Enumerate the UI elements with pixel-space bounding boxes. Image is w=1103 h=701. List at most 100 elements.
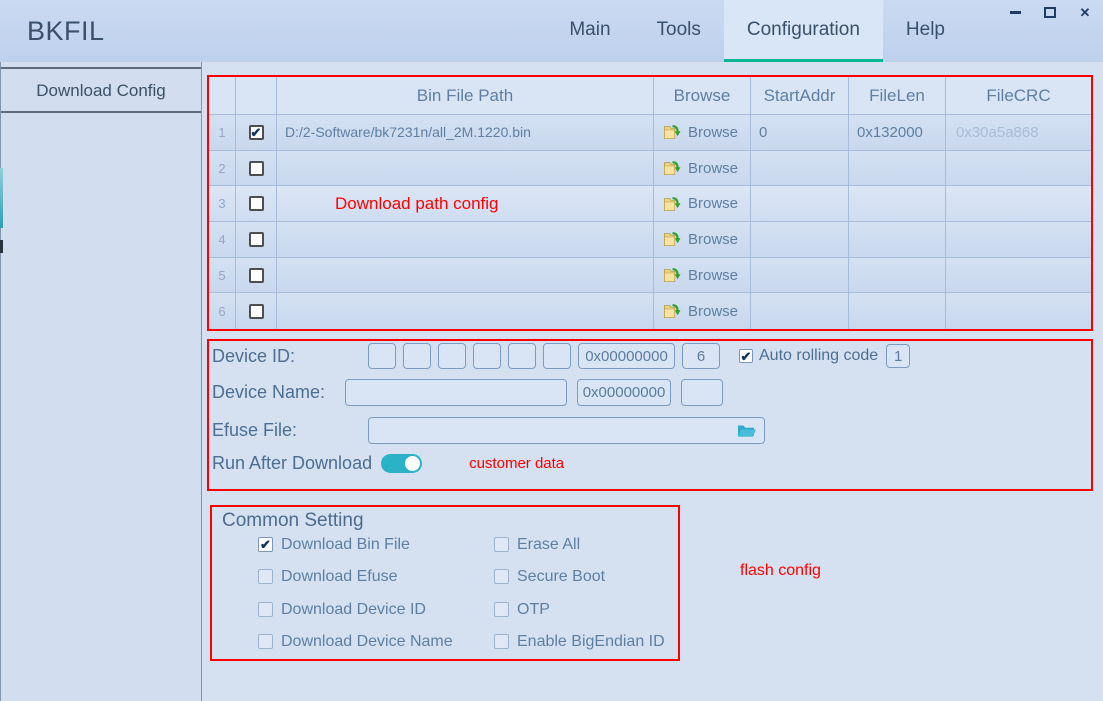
device-name-input[interactable] [345, 379, 567, 406]
sidebar-item-download-config[interactable]: Download Config [1, 67, 201, 113]
checkbox-secure-boot[interactable]: Secure Boot [494, 568, 605, 585]
file-len-cell[interactable] [849, 186, 946, 222]
file-len-cell[interactable] [849, 222, 946, 258]
browse-button[interactable]: Browse [654, 151, 751, 187]
bin-file-path-cell[interactable] [277, 293, 654, 329]
checkbox-download-device-name[interactable]: Download Device Name [258, 633, 453, 650]
download-table-header: Bin File Path Browse StartAddr FileLen F… [209, 77, 1091, 115]
checkbox-enable-bigendian-id[interactable]: Enable BigEndian ID [494, 633, 665, 650]
start-addr-cell[interactable] [751, 293, 849, 329]
device-id-byte-input[interactable] [473, 343, 501, 369]
bin-file-path-cell[interactable] [277, 151, 654, 187]
browse-button[interactable]: Browse [654, 258, 751, 294]
close-button[interactable]: ✕ [1077, 5, 1093, 20]
tab-tools[interactable]: Tools [634, 0, 724, 62]
secure-boot-label: Secure Boot [517, 568, 605, 586]
browse-button[interactable]: Browse [654, 222, 751, 258]
device-id-byte-input[interactable] [403, 343, 431, 369]
download-efuse-checkbox[interactable] [258, 569, 273, 584]
bin-file-path-cell[interactable] [277, 222, 654, 258]
run-after-download-label: Run After Download [212, 453, 372, 474]
erase-all-checkbox[interactable] [494, 537, 509, 552]
header-browse: Browse [654, 77, 751, 115]
row-index: 4 [209, 222, 236, 258]
row-enable-checkbox[interactable] [249, 161, 264, 176]
enable-bigendian-id-checkbox[interactable] [494, 634, 509, 649]
start-addr-cell[interactable] [751, 258, 849, 294]
tab-main[interactable]: Main [546, 0, 633, 62]
customer-data-section: Device ID: 0x00000000 6 Auto rolling cod… [207, 339, 1093, 491]
file-len-cell[interactable] [849, 293, 946, 329]
checkbox-download-device-id[interactable]: Download Device ID [258, 601, 426, 618]
download-table-body: 1 D:/2-Software/bk7231n/all_2M.1220.bin … [209, 115, 1091, 329]
download-device-id-checkbox[interactable] [258, 602, 273, 617]
minimize-button[interactable] [1007, 5, 1023, 20]
titlebar: BKFIL Main Tools Configuration Help ✕ [0, 0, 1103, 62]
row-enable-checkbox[interactable] [249, 304, 264, 319]
start-addr-cell[interactable] [751, 222, 849, 258]
otp-checkbox[interactable] [494, 602, 509, 617]
browse-button[interactable]: Browse [654, 115, 751, 151]
rolling-step-input[interactable]: 1 [886, 344, 910, 368]
download-device-name-label: Download Device Name [281, 633, 453, 651]
browse-button[interactable]: Browse [654, 293, 751, 329]
checkbox-erase-all[interactable]: Erase All [494, 536, 580, 553]
row-index: 1 [209, 115, 236, 151]
screen-edge-artifact-teal [0, 168, 3, 228]
checkbox-otp[interactable]: OTP [494, 601, 550, 618]
device-id-byte-input[interactable] [543, 343, 571, 369]
row-enable-checkbox[interactable] [249, 232, 264, 247]
auto-rolling-code-label: Auto rolling code [759, 347, 878, 365]
start-addr-cell[interactable] [751, 151, 849, 187]
otp-label: OTP [517, 601, 550, 619]
row-enable-checkbox[interactable] [249, 196, 264, 211]
header-bin-file-path: Bin File Path [277, 77, 654, 115]
download-bin-file-checkbox[interactable] [258, 537, 273, 552]
device-name-extra-input[interactable] [681, 379, 723, 406]
start-addr-cell[interactable] [751, 186, 849, 222]
enable-bigendian-id-label: Enable BigEndian ID [517, 633, 665, 651]
device-id-hex-input[interactable]: 0x00000000 [578, 343, 675, 369]
tab-configuration[interactable]: Configuration [724, 0, 883, 62]
device-id-byte-input[interactable] [508, 343, 536, 369]
efuse-file-input[interactable] [368, 417, 765, 444]
row-enable-checkbox[interactable] [249, 125, 264, 140]
device-id-byte-input[interactable] [438, 343, 466, 369]
checkbox-download-efuse[interactable]: Download Efuse [258, 568, 398, 585]
file-len-cell[interactable]: 0x132000 [849, 115, 946, 151]
folder-open-icon[interactable] [737, 423, 756, 438]
file-len-cell[interactable] [849, 258, 946, 294]
tab-help[interactable]: Help [883, 0, 968, 62]
bin-file-path-cell[interactable]: D:/2-Software/bk7231n/all_2M.1220.bin [277, 115, 654, 151]
auto-rolling-code-checkbox[interactable] [739, 349, 753, 363]
checkbox-download-bin-file[interactable]: Download Bin File [258, 536, 410, 553]
browse-button[interactable]: Browse [654, 186, 751, 222]
download-table-section: Bin File Path Browse StartAddr FileLen F… [207, 75, 1093, 331]
device-id-count-input[interactable]: 6 [682, 343, 720, 369]
toggle-knob [405, 456, 420, 471]
device-id-byte-input[interactable] [368, 343, 396, 369]
annotation-flash-config: flash config [740, 562, 821, 580]
file-len-cell[interactable] [849, 151, 946, 187]
start-addr-cell[interactable]: 0 [751, 115, 849, 151]
row-enable-checkbox[interactable] [249, 268, 264, 283]
download-efuse-label: Download Efuse [281, 568, 398, 586]
file-crc-cell [946, 186, 1091, 222]
run-after-download-toggle[interactable] [381, 454, 422, 473]
table-row-6: 6 Browse [209, 293, 1091, 329]
browse-label: Browse [688, 195, 738, 212]
secure-boot-checkbox[interactable] [494, 569, 509, 584]
download-device-id-label: Download Device ID [281, 601, 426, 619]
row-index: 2 [209, 151, 236, 187]
maximize-button[interactable] [1042, 5, 1058, 20]
download-device-name-checkbox[interactable] [258, 634, 273, 649]
folder-browse-icon [664, 197, 681, 211]
row-index: 3 [209, 186, 236, 222]
browse-label: Browse [688, 124, 738, 141]
bin-file-path-cell[interactable]: Download path config [277, 186, 654, 222]
annotation-customer-data: customer data [469, 455, 564, 472]
bin-file-path-cell[interactable] [277, 258, 654, 294]
run-after-download-row: Run After Download customer data [212, 453, 564, 474]
browse-label: Browse [688, 231, 738, 248]
device-name-hex-input[interactable]: 0x00000000 [577, 379, 671, 406]
